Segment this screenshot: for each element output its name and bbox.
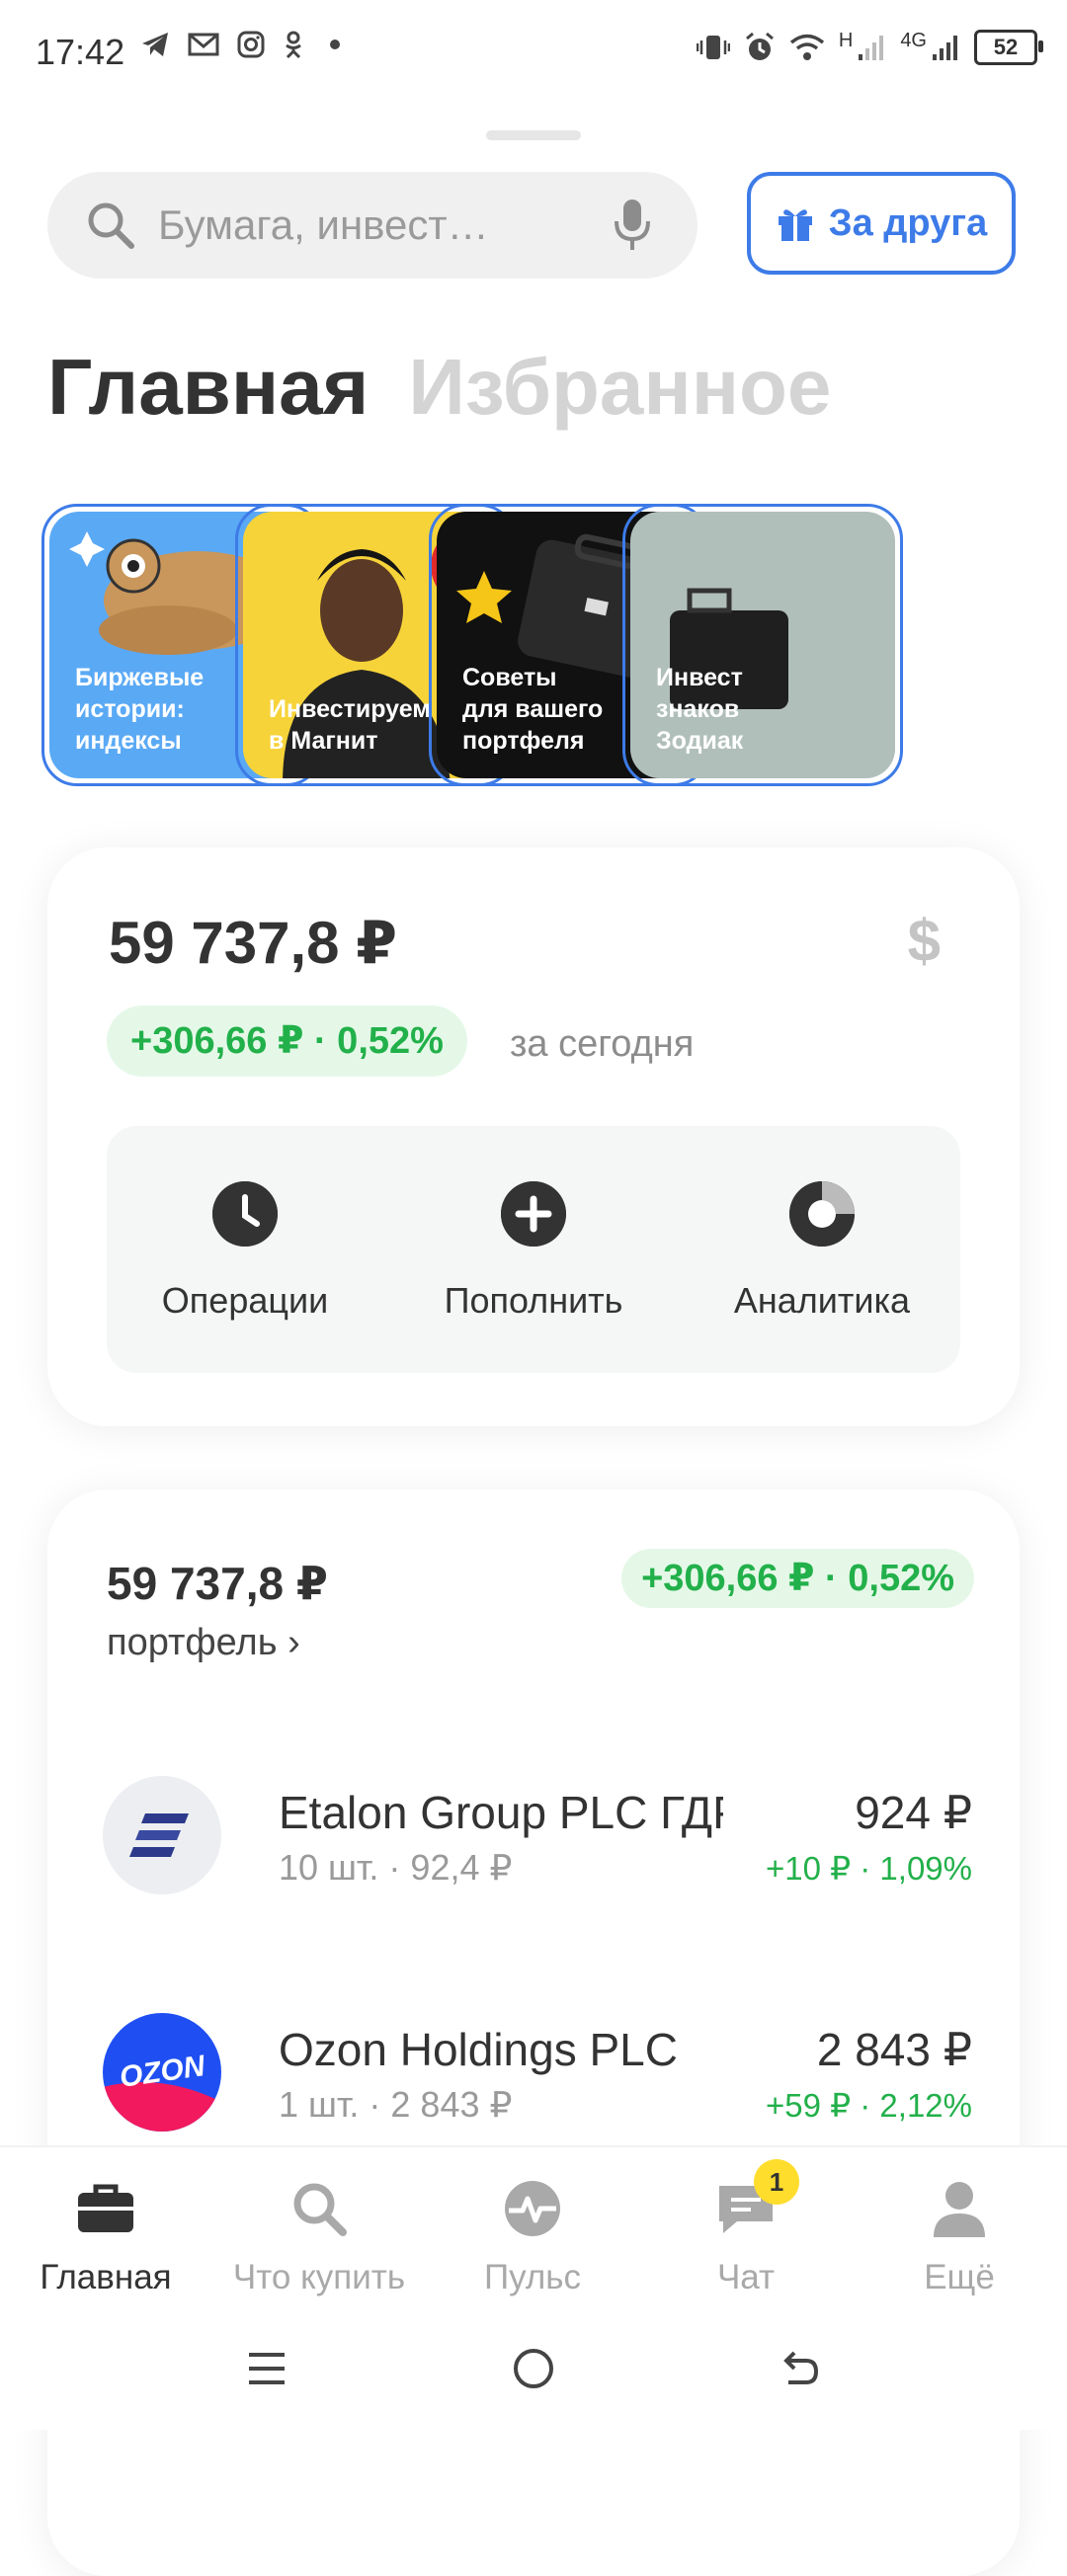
tab-favorites[interactable]: Избранное: [408, 342, 831, 433]
nav-chat[interactable]: 1 Чат: [642, 2159, 850, 2297]
nav-more-label: Ещё: [924, 2258, 995, 2296]
status-bar: 17:42 H 4G 52: [0, 0, 1067, 109]
search-bar[interactable]: [47, 172, 698, 279]
top-up-label: Пополнить: [444, 1280, 623, 1321]
holding-name: Etalon Group PLC ГДР: [279, 1787, 723, 1838]
back-icon[interactable]: [779, 2347, 822, 2390]
instagram-icon: [237, 31, 265, 58]
portfolio-total: 59 737,8 ₽: [107, 1558, 328, 1609]
microphone-icon[interactable]: [613, 198, 652, 253]
bottom-navigation: Главная Что купить Пульс 1 Чат Ещё: [0, 2145, 1067, 2313]
nav-pulse[interactable]: Пульс: [429, 2177, 636, 2297]
nav-home-label: Главная: [40, 2258, 172, 2296]
holding-value: 924 ₽: [855, 1787, 972, 1838]
holding-change: +10 ₽ · 1,09%: [765, 1850, 972, 1887]
invite-friend-label: За друга: [828, 201, 988, 244]
holding-quantity: 1 шт. · 2 843 ₽: [279, 2084, 513, 2125]
network-type-label: 4G: [900, 29, 927, 51]
signal-icon: [859, 36, 884, 60]
dot-icon: [330, 40, 340, 49]
nav-what-to-buy-label: Что купить: [232, 2258, 406, 2296]
story-title: Биржевые истории: индексы: [75, 664, 205, 755]
quick-actions: Операции Пополнить Аналитика: [107, 1126, 960, 1373]
wifi-icon: [789, 34, 824, 60]
holding-name: Ozon Holdings PLC: [279, 2024, 678, 2075]
holding-row[interactable]: OZON Ozon Holdings PLC 1 шт. · 2 843 ₽ 2…: [103, 2013, 972, 2132]
story-title: Инвест знаков Зодиак: [656, 664, 744, 755]
pulse-icon: [501, 2177, 564, 2240]
analytics-label: Аналитика: [733, 1280, 911, 1321]
profile-icon: [928, 2177, 991, 2240]
search-icon: [88, 202, 134, 249]
system-navigation-bar: [0, 2311, 1067, 2430]
clock-icon: [212, 1181, 278, 1247]
notification-icons: [140, 30, 340, 59]
holding-row[interactable]: Etalon Group PLC ГДР 10 шт. · 92,4 ₽ 924…: [103, 1776, 972, 1894]
total-balance: 59 737,8 ₽: [109, 910, 397, 976]
signal-icon: [933, 36, 957, 60]
nav-more[interactable]: Ещё: [856, 2177, 1063, 2297]
top-up-button[interactable]: Пополнить: [395, 1181, 672, 1322]
drag-handle[interactable]: [486, 130, 581, 140]
holding-value: 2 843 ₽: [816, 2024, 972, 2075]
summary-card: 59 737,8 ₽ $ +306,66 ₽ · 0,52% за сегодн…: [47, 847, 1020, 1426]
vibrate-icon: [696, 36, 730, 59]
holding-quantity: 10 шт. · 92,4 ₽: [279, 1847, 513, 1888]
holding-change: +59 ₽ · 2,12%: [765, 2087, 972, 2124]
odnoklassniki-icon: [286, 31, 301, 59]
operations-label: Операции: [161, 1280, 329, 1321]
change-period-label: за сегодня: [510, 1023, 695, 1065]
daily-change-badge: +306,66 ₽ · 0,52%: [107, 1006, 467, 1077]
search-input[interactable]: [156, 201, 585, 250]
home-circle-icon[interactable]: [512, 2347, 555, 2390]
tab-home[interactable]: Главная: [47, 342, 369, 433]
portfolio-change-badge: +306,66 ₽ · 0,52%: [621, 1549, 974, 1608]
pie-chart-icon: [789, 1181, 855, 1247]
alarm-icon: [745, 32, 774, 60]
portfolio-link[interactable]: портфель ›: [107, 1622, 300, 1664]
stories-carousel: Биржевые истории: индексы Инвестируем в …: [41, 504, 1067, 790]
telegram-icon: [142, 33, 168, 56]
operations-button[interactable]: Операции: [107, 1181, 383, 1322]
status-time: 17:42: [36, 32, 125, 72]
analytics-button[interactable]: Аналитика: [684, 1181, 960, 1322]
nav-what-to-buy[interactable]: Что купить: [215, 2177, 423, 2297]
nav-home[interactable]: Главная: [2, 2177, 209, 2297]
battery-icon: 52: [974, 30, 1043, 65]
search-icon: [287, 2177, 351, 2240]
etalon-logo: [103, 1776, 221, 1894]
gmail-icon: [188, 33, 219, 56]
story-image: Инвест знаков Зодиак: [630, 512, 895, 778]
main-tabs: Главная Избранное: [47, 342, 831, 433]
gift-icon: [778, 209, 812, 241]
signal-type-label: H: [838, 29, 854, 51]
chat-unread-badge: 1: [754, 2159, 799, 2205]
nav-chat-label: Чат: [716, 2258, 776, 2296]
briefcase-icon: [74, 2177, 137, 2240]
story-card[interactable]: Инвест знаков Зодиак: [622, 504, 903, 786]
plus-icon: [501, 1181, 566, 1247]
ozon-logo: OZON: [103, 2013, 221, 2132]
invite-friend-button[interactable]: За друга: [747, 172, 1016, 275]
system-indicators: H 4G 52: [696, 29, 1043, 65]
story-title: Инвестируем в Магнит: [269, 695, 431, 755]
currency-switch-icon[interactable]: $: [908, 907, 941, 975]
chat-icon: 1: [714, 2159, 799, 2240]
menu-icon[interactable]: [245, 2347, 288, 2390]
nav-pulse-label: Пульс: [483, 2258, 582, 2296]
story-title: Советы для вашего портфеля: [462, 664, 604, 755]
